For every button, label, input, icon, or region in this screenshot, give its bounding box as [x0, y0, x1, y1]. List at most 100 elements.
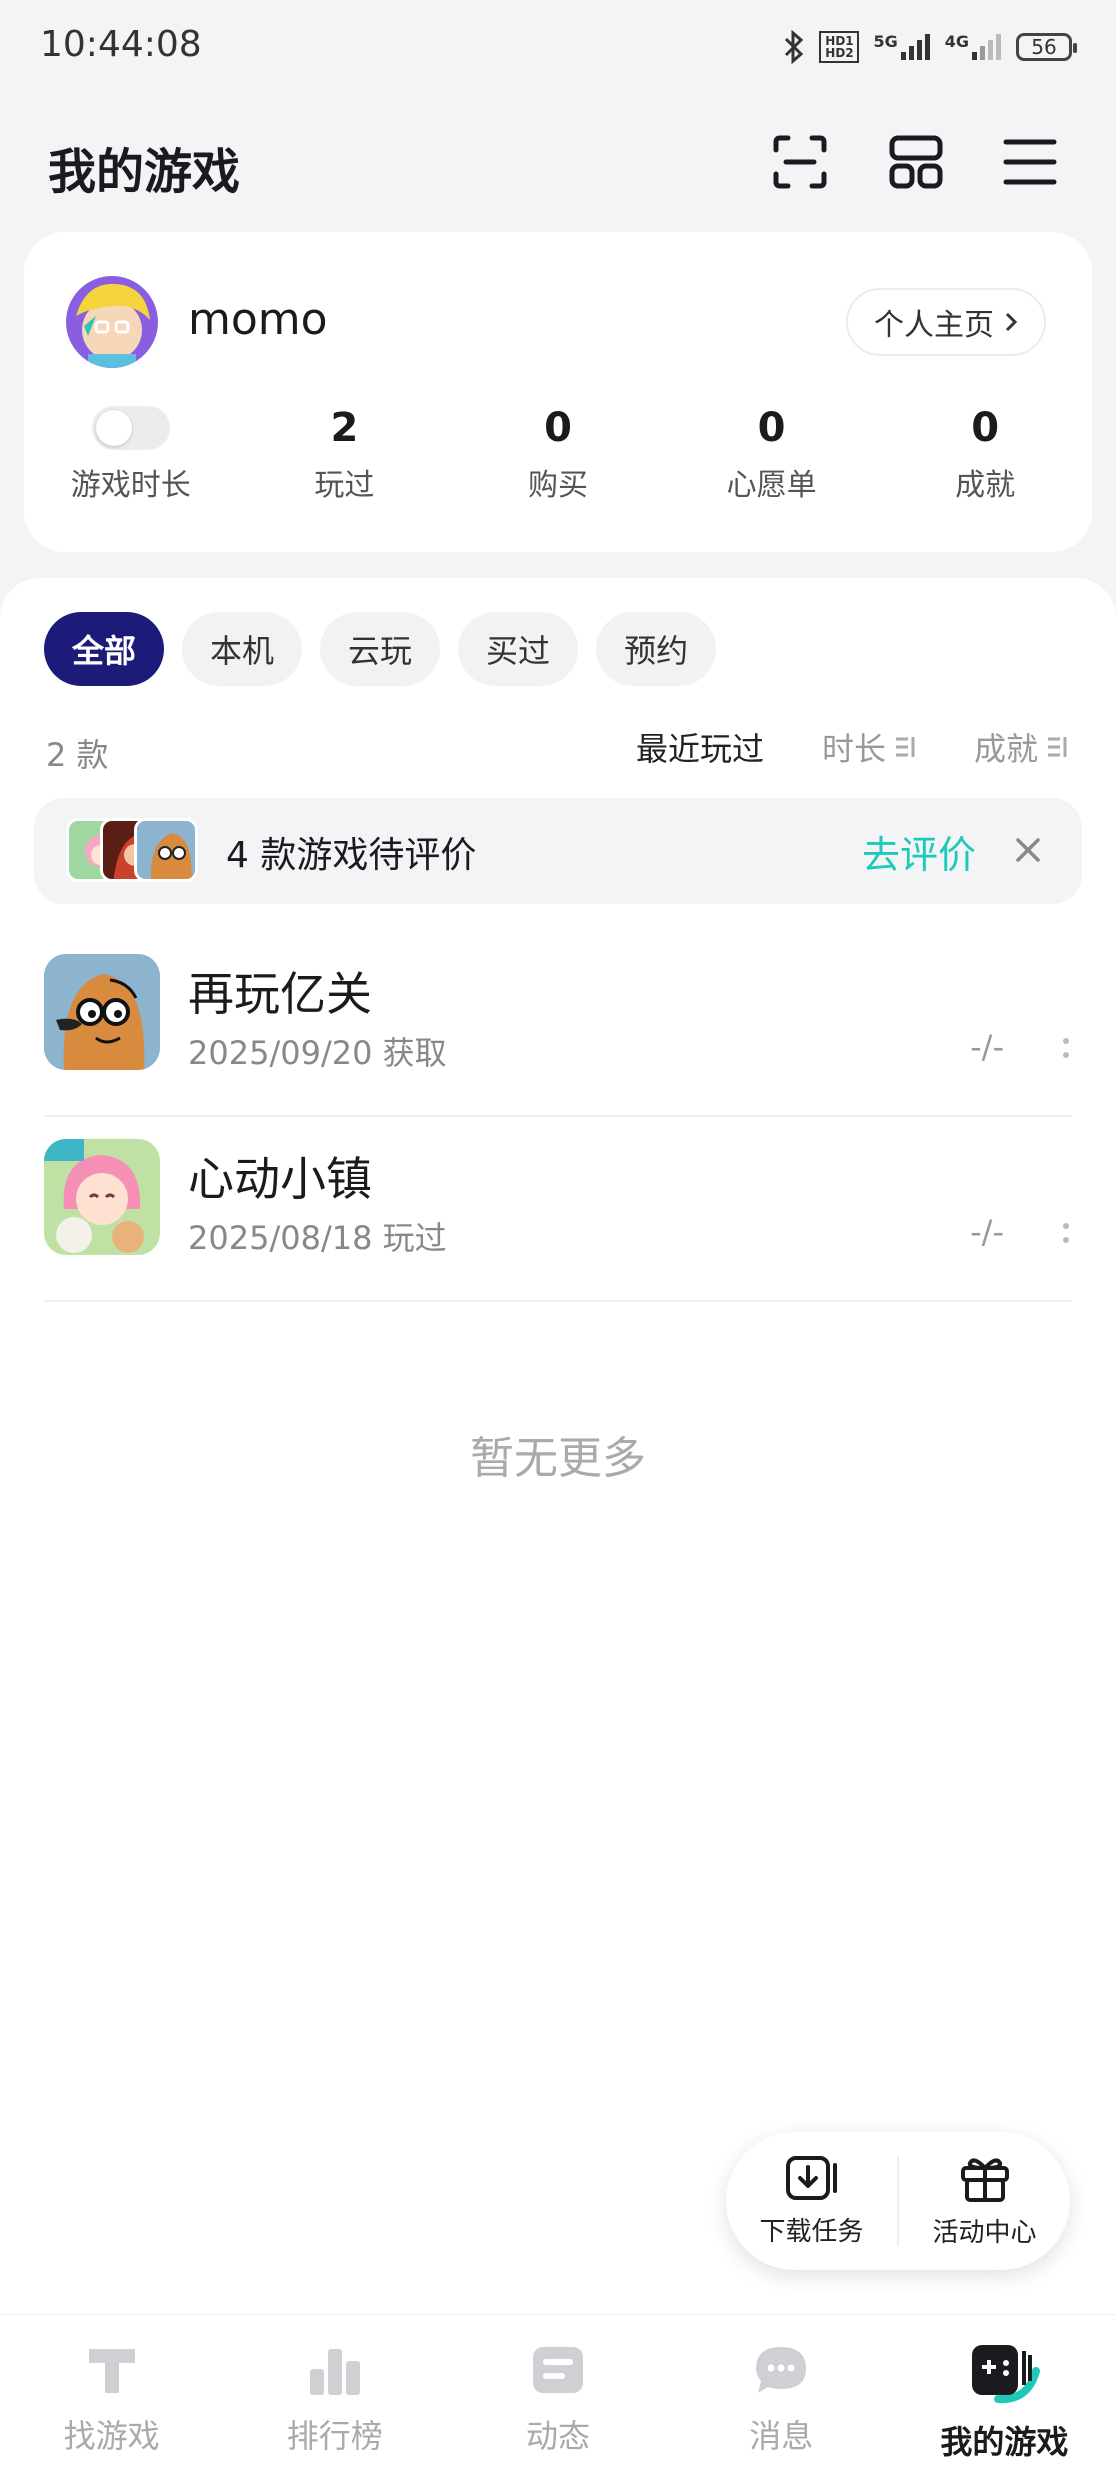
signal-icon-weak: [972, 34, 1001, 60]
game-date: 2025/08/18 玩过: [188, 1219, 447, 1257]
game-title: 再玩亿关: [188, 967, 372, 1021]
download-tasks-label: 下载任务: [759, 2216, 864, 2247]
nav-messages[interactable]: 消息: [670, 2315, 893, 2480]
grid-icon: [889, 135, 943, 189]
sort-playtime[interactable]: 时长: [822, 724, 916, 770]
chip-purchased[interactable]: 买过: [458, 612, 579, 686]
sort-label: 时长: [821, 730, 886, 768]
chip-all[interactable]: 全部: [44, 612, 165, 686]
profile-page-label: 个人主页: [874, 308, 994, 343]
stat-value: 0: [544, 405, 572, 451]
sort-icon: [1048, 737, 1067, 757]
review-game-icon: [134, 818, 198, 882]
activity-center-label: 活动中心: [932, 2217, 1037, 2248]
list-item[interactable]: 再玩亿关 2025/09/20 获取 -/-: [44, 932, 1072, 1117]
review-game-icons: [66, 818, 206, 882]
signal-5g: 5G: [873, 34, 930, 60]
download-icon: [785, 2155, 837, 2200]
review-banner[interactable]: 4 款游戏待评价 去评价: [34, 798, 1082, 904]
stat-label: 购买: [527, 468, 588, 503]
nav-rankings[interactable]: 排行榜: [223, 2315, 446, 2480]
nav-feed[interactable]: 动态: [446, 2315, 669, 2480]
profile-card: momo 个人主页 游戏时长 2 玩过 0 购买 0 心愿单 0 成就: [24, 232, 1092, 552]
nav-label: 排行榜: [286, 2417, 383, 2455]
feed-icon: [533, 2347, 583, 2393]
sort-label: 成就: [973, 730, 1038, 768]
no-more-text: 暂无更多: [470, 1433, 646, 1484]
nav-label: 找游戏: [63, 2417, 160, 2455]
filter-chips: 全部 本机 云玩 买过 预约: [44, 612, 717, 686]
chip-cloud[interactable]: 云玩: [320, 612, 441, 686]
username: momo: [188, 294, 328, 345]
playtime-toggle[interactable]: [91, 406, 170, 450]
stat-value: 2: [330, 405, 359, 451]
close-icon[interactable]: [1010, 832, 1046, 868]
bottom-nav: 找游戏 排行榜 动态 消息 我的游戏: [0, 2314, 1116, 2480]
network-type-5g: 5G: [873, 32, 898, 51]
nav-label: 动态: [526, 2417, 591, 2455]
sort-options: 最近玩过 时长 成就: [636, 724, 1068, 770]
floating-actions: 下载任务 活动中心: [726, 2132, 1070, 2270]
stat-wishlist[interactable]: 0 心愿单: [665, 400, 879, 540]
game-icon: [44, 1139, 160, 1255]
rankings-icon: [309, 2349, 360, 2395]
game-date: 2025/09/20 获取: [188, 1034, 447, 1072]
profile-page-button[interactable]: 个人主页: [846, 288, 1046, 356]
game-list: 再玩亿关 2025/09/20 获取 -/- 心动小镇 2025/08/18 玩…: [44, 932, 1072, 1302]
scan-button[interactable]: [768, 130, 832, 194]
status-bar: 10:44:08 HD1 HD2 5G 4G 56: [0, 0, 1116, 96]
nav-my-games[interactable]: 我的游戏: [893, 2315, 1116, 2480]
stat-value: 0: [757, 405, 786, 451]
menu-button[interactable]: [998, 130, 1062, 194]
game-playtime: -/-: [970, 1213, 1004, 1251]
layout-button[interactable]: [884, 130, 948, 194]
scan-icon: [773, 135, 827, 189]
avatar[interactable]: [66, 276, 158, 368]
stat-playtime[interactable]: 游戏时长: [24, 400, 238, 540]
status-time: 10:44:08: [40, 24, 202, 65]
review-banner-text: 4 款游戏待评价: [226, 835, 477, 876]
stat-label: 心愿单: [726, 468, 817, 503]
game-playtime: -/-: [970, 1028, 1004, 1066]
go-review-button[interactable]: 去评价: [862, 824, 976, 879]
signal-icon: [900, 34, 930, 60]
gift-icon: [960, 2157, 1009, 2202]
list-item[interactable]: 心动小镇 2025/08/18 玩过 -/-: [44, 1117, 1072, 1302]
stat-label: 成就: [955, 468, 1016, 503]
stats-row: 游戏时长 2 玩过 0 购买 0 心愿单 0 成就: [24, 400, 1092, 540]
stat-played[interactable]: 2 玩过: [238, 400, 452, 540]
signal-4g: 4G: [945, 34, 1002, 60]
stat-achievements[interactable]: 0 成就: [878, 400, 1092, 540]
download-tasks-button[interactable]: 下载任务: [726, 2155, 897, 2248]
message-icon: [756, 2347, 807, 2393]
sort-achievement[interactable]: 成就: [974, 724, 1068, 770]
game-icon: [44, 954, 160, 1070]
chip-local[interactable]: 本机: [182, 612, 303, 686]
hd-indicator: HD1 HD2: [819, 31, 860, 63]
find-games-icon: [88, 2349, 135, 2393]
nav-label: 消息: [749, 2417, 814, 2455]
sort-icon: [895, 737, 915, 757]
nav-label: 我的游戏: [940, 2423, 1069, 2461]
stat-purchased[interactable]: 0 购买: [451, 400, 665, 540]
more-options-icon[interactable]: [1060, 1213, 1072, 1253]
battery-indicator: 56: [1016, 33, 1077, 61]
status-icons: HD1 HD2 5G 4G 56: [783, 30, 1077, 64]
sort-label: 最近玩过: [635, 730, 764, 768]
stat-value: 0: [971, 405, 1000, 451]
stat-label: 玩过: [314, 468, 375, 503]
more-options-icon[interactable]: [1060, 1028, 1072, 1068]
game-title: 心动小镇: [188, 1152, 372, 1206]
gamepad-icon: [972, 2345, 1041, 2404]
page-title: 我的游戏: [48, 144, 241, 200]
game-library-panel: 全部 本机 云玩 买过 预约 2 款 最近玩过 时长 成就 4 款游戏待评价 去…: [0, 578, 1116, 2314]
chevron-right-icon: [1005, 312, 1018, 332]
chip-reserved[interactable]: 预约: [596, 612, 717, 686]
network-type-4g: 4G: [944, 32, 969, 51]
bluetooth-icon: [785, 30, 804, 64]
sort-recent[interactable]: 最近玩过: [636, 724, 764, 770]
nav-find-games[interactable]: 找游戏: [0, 2315, 223, 2480]
game-count: 2 款: [46, 736, 109, 774]
activity-center-button[interactable]: 活动中心: [899, 2154, 1070, 2249]
menu-icon: [1003, 139, 1057, 185]
